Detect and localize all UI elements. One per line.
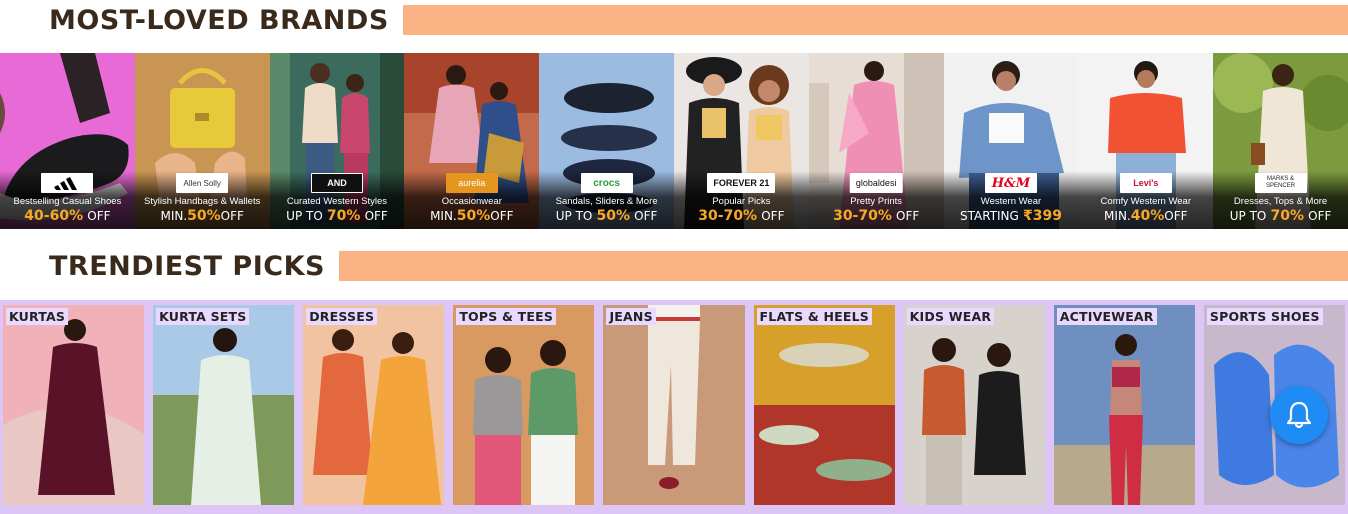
brand-card-hm[interactable]: H&M Western Wear STARTING ₹399 (943, 53, 1079, 229)
trend-photo (603, 305, 745, 505)
trend-card-tops-tees[interactable]: TOPS & TEES (453, 305, 595, 505)
brand-caption: Western Wear (980, 196, 1042, 207)
brand-caption: Curated Western Styles (286, 196, 388, 207)
brand-caption: Stylish Handbags & Wallets (144, 196, 261, 207)
brands-row: Bestselling Casual Shoes 40-60% OFF Alle… (0, 53, 1348, 229)
trend-photo (303, 305, 445, 505)
brand-logo: H&M (984, 173, 1037, 193)
brand-offer: MIN.50%OFF (430, 208, 514, 224)
brand-caption: Pretty Prints (850, 196, 903, 207)
brand-logo: MARKS & SPENCER (1254, 173, 1307, 193)
brand-caption: Comfy Western Wear (1100, 196, 1191, 207)
brand-card-allen-solly[interactable]: Allen Solly Stylish Handbags & Wallets M… (134, 53, 270, 229)
trend-card-kurtas[interactable]: KURTAS (3, 305, 145, 505)
brand-card-adidas[interactable]: Bestselling Casual Shoes 40-60% OFF (0, 53, 135, 229)
brand-offer: 30-70% OFF (698, 208, 785, 224)
brand-caption: Dresses, Tops & More (1233, 196, 1328, 207)
trend-photo (153, 305, 295, 505)
trend-label: SPORTS SHOES (1206, 308, 1323, 325)
brand-offer: UP TO 50% OFF (555, 208, 658, 224)
trend-card-kids-wear[interactable]: KIDS WEAR (903, 305, 1045, 505)
trend-label: KURTAS (6, 308, 69, 325)
brand-logo: crocs (580, 173, 633, 193)
brand-logo: FOREVER 21 (707, 173, 776, 193)
brand-card-forever-21[interactable]: FOREVER 21 Popular Picks 30-70% OFF (673, 53, 809, 229)
brand-logo: aurelia (445, 173, 498, 193)
trend-card-flats-heels[interactable]: FLATS & HEELS (753, 305, 895, 505)
brand-logo: Allen Solly (176, 173, 229, 193)
brand-card-crocs[interactable]: crocs Sandals, Sliders & More UP TO 50% … (539, 53, 674, 229)
trend-photo (753, 305, 895, 505)
brand-logo (41, 173, 94, 193)
trend-label: KURTA SETS (156, 308, 250, 325)
trend-photo (453, 305, 595, 505)
brand-card-levis[interactable]: Levi's Comfy Western Wear MIN.40%OFF (1078, 53, 1214, 229)
trend-row: KURTAS KURTA SETS DRESSES TOPS & TEES JE… (3, 305, 1345, 505)
brand-card-and[interactable]: AND Curated Western Styles UP TO 70% OFF (269, 53, 405, 229)
brand-logo: Levi's (1119, 173, 1172, 193)
brand-offer: MIN.50%OFF (160, 208, 244, 224)
brand-card-marks-spencer[interactable]: MARKS & SPENCER Dresses, Tops & More UP … (1213, 53, 1348, 229)
trend-label: JEANS (606, 308, 656, 325)
brands-section-header: MOST-LOVED BRANDS (0, 0, 1348, 40)
notification-button[interactable] (1270, 386, 1328, 444)
brand-card-globaldesi[interactable]: globaldesi Pretty Prints 30-70% OFF (808, 53, 944, 229)
brand-caption: Sandals, Sliders & More (555, 196, 658, 207)
brand-offer: UP TO 70% OFF (286, 208, 388, 224)
brand-offer: 40-60% OFF (24, 208, 111, 224)
trend-label: KIDS WEAR (906, 308, 995, 325)
bell-icon (1286, 401, 1312, 429)
brand-caption: Occasionwear (441, 196, 502, 207)
trend-card-activewear[interactable]: ACTIVEWEAR (1053, 305, 1195, 505)
section-title: MOST-LOVED BRANDS (49, 4, 389, 36)
trend-label: DRESSES (306, 308, 378, 325)
trend-section-header: TRENDIEST PICKS (0, 246, 1348, 286)
trend-photo (1053, 305, 1195, 505)
trend-photo (3, 305, 145, 505)
trend-card-jeans[interactable]: JEANS (603, 305, 745, 505)
trend-card-kurta-sets[interactable]: KURTA SETS (153, 305, 295, 505)
brand-logo: AND (310, 173, 363, 193)
brand-offer: STARTING ₹399 (960, 208, 1062, 224)
trend-label: FLATS & HEELS (756, 308, 872, 325)
accent-bar (402, 5, 1348, 35)
brand-caption: Popular Picks (712, 196, 771, 207)
brand-card-aurelia[interactable]: aurelia Occasionwear MIN.50%OFF (404, 53, 540, 229)
trend-label: TOPS & TEES (456, 308, 557, 325)
brand-logo: globaldesi (849, 173, 903, 193)
brand-offer: UP TO 70% OFF (1229, 208, 1332, 224)
brand-offer: 30-70% OFF (833, 208, 920, 224)
trend-photo (903, 305, 1045, 505)
brand-offer: MIN.40%OFF (1104, 208, 1188, 224)
trend-card-dresses[interactable]: DRESSES (303, 305, 445, 505)
section-title: TRENDIEST PICKS (49, 250, 325, 282)
accent-bar (338, 251, 1348, 281)
adidas-logo-icon (54, 177, 78, 190)
trend-label: ACTIVEWEAR (1056, 308, 1157, 325)
brand-caption: Bestselling Casual Shoes (13, 196, 122, 207)
trend-panel: KURTAS KURTA SETS DRESSES TOPS & TEES JE… (0, 300, 1348, 514)
